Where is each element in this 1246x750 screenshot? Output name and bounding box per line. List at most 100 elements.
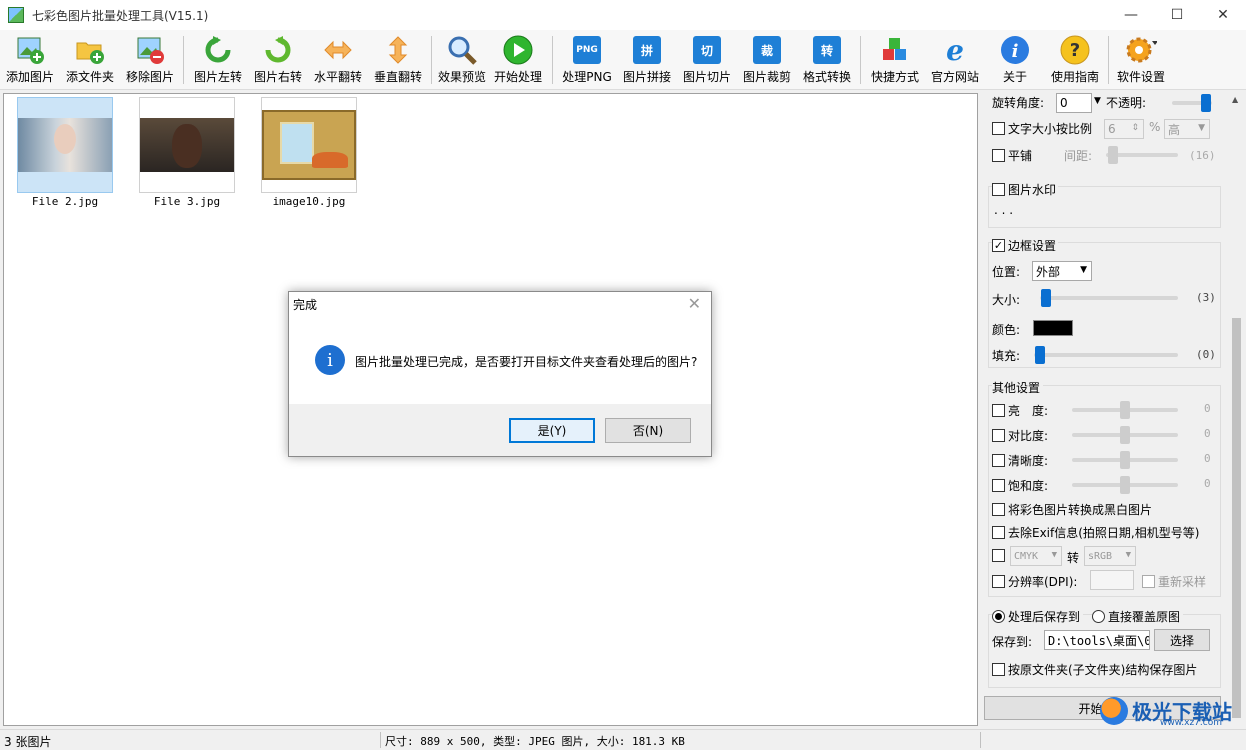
- toolbar: 添加图片 添文件夹 移除图片 图片左转 图片右转 水平翻转 垂直翻转 效果预览 …: [0, 30, 1246, 90]
- percent-label: %: [1149, 120, 1161, 134]
- flip-horizontal-icon: [322, 34, 354, 66]
- border-color-swatch[interactable]: [1033, 320, 1073, 336]
- panel-scrollbar[interactable]: ▲: [1228, 93, 1245, 726]
- stitch-button[interactable]: 拼 图片拼接: [618, 34, 676, 88]
- border-color-label: 颜色:: [992, 323, 1021, 337]
- thumbnail-file2[interactable]: [17, 97, 113, 193]
- crop-button[interactable]: 裁 图片裁剪: [738, 34, 796, 88]
- flip-horizontal-button[interactable]: 水平翻转: [309, 34, 367, 88]
- about-button[interactable]: i 关于: [986, 34, 1044, 88]
- other-settings-label: 其他设置: [992, 381, 1041, 395]
- contrast-value: 0: [1204, 427, 1211, 440]
- minimize-button[interactable]: —: [1108, 0, 1154, 30]
- contrast-checkbox[interactable]: [992, 429, 1005, 442]
- border-size-slider[interactable]: [1041, 289, 1051, 307]
- resample-checkbox[interactable]: [1142, 575, 1155, 588]
- text-scale-input[interactable]: 6 ⇕: [1104, 119, 1144, 139]
- thumbnail-image10[interactable]: [261, 97, 357, 193]
- resample-label: 重新采样: [1158, 575, 1207, 589]
- guide-button[interactable]: ? 使用指南: [1046, 34, 1104, 88]
- dialog-message: 图片批量处理已完成，是否要打开目标文件夹查看处理后的图片?: [355, 355, 698, 369]
- watermark-url: www.xz7.com: [1160, 718, 1222, 728]
- dialog-close-icon[interactable]: ✕: [688, 294, 701, 313]
- choose-folder-button[interactable]: 选择: [1154, 629, 1210, 651]
- sharpness-value: 0: [1204, 452, 1211, 465]
- fill-track: [1034, 353, 1178, 357]
- spacing-slider[interactable]: [1108, 146, 1118, 164]
- contrast-slider[interactable]: [1120, 426, 1130, 444]
- overwrite-radio[interactable]: [1092, 610, 1105, 623]
- image-watermark-checkbox[interactable]: [992, 183, 1005, 196]
- add-folder-button[interactable]: 添文件夹: [61, 34, 119, 88]
- save-to-radio[interactable]: [992, 610, 1005, 623]
- border-size-track: [1040, 296, 1178, 300]
- srgb-select[interactable]: sRGB ▼: [1084, 546, 1136, 566]
- slice-icon: 切: [691, 34, 723, 66]
- no-button[interactable]: 否(N): [605, 418, 691, 443]
- format-convert-button[interactable]: 转 格式转换: [798, 34, 856, 88]
- save-path-input[interactable]: D:\tools\桌面\0f: [1044, 630, 1150, 650]
- rotate-input[interactable]: 0: [1056, 93, 1092, 113]
- brightness-checkbox[interactable]: [992, 404, 1005, 417]
- border-position-select[interactable]: 外部 ▼: [1032, 261, 1092, 281]
- sharpness-checkbox[interactable]: [992, 454, 1005, 467]
- add-image-icon: [14, 34, 46, 66]
- rotate-dropdown-icon[interactable]: ▼: [1094, 96, 1101, 106]
- grayscale-checkbox[interactable]: [992, 503, 1005, 516]
- add-folder-icon: [74, 34, 106, 66]
- saturation-slider[interactable]: [1120, 476, 1130, 494]
- brightness-slider[interactable]: [1120, 401, 1130, 419]
- sharpness-label: 清晰度:: [1008, 454, 1049, 468]
- magnifier-icon: [446, 34, 478, 66]
- flip-vertical-button[interactable]: 垂直翻转: [369, 34, 427, 88]
- border-checkbox[interactable]: ✓: [992, 239, 1005, 252]
- rotate-left-button[interactable]: 图片左转: [189, 34, 247, 88]
- scroll-up-icon[interactable]: ▲: [1232, 95, 1238, 104]
- scrollbar-thumb[interactable]: [1232, 318, 1241, 718]
- image-watermark-label: 图片水印: [1008, 183, 1057, 197]
- colorspace-checkbox[interactable]: [992, 549, 1005, 562]
- maximize-button[interactable]: ☐: [1154, 0, 1200, 30]
- keep-structure-label: 按原文件夹(子文件夹)结构保存图片: [1008, 663, 1198, 677]
- text-scale-checkbox[interactable]: [992, 122, 1005, 135]
- remove-exif-checkbox[interactable]: [992, 526, 1005, 539]
- tile-checkbox[interactable]: [992, 149, 1005, 162]
- close-button[interactable]: ✕: [1200, 0, 1246, 30]
- save-to-label: 保存到:: [992, 635, 1033, 649]
- keep-structure-checkbox[interactable]: [992, 663, 1005, 676]
- dialog-footer: 是(Y) 否(N): [289, 404, 711, 456]
- thumbnail-image: [262, 110, 356, 180]
- position-label: 位置:: [992, 265, 1021, 279]
- preview-button[interactable]: 效果预览: [433, 34, 491, 88]
- brightness-value: 0: [1204, 402, 1211, 415]
- slice-button[interactable]: 切 图片切片: [678, 34, 736, 88]
- convert-icon: 转: [811, 34, 843, 66]
- quality-select[interactable]: 高 ▼: [1164, 119, 1210, 139]
- start-process-button[interactable]: 开始处理: [489, 34, 547, 88]
- website-button[interactable]: e 官方网站: [926, 34, 984, 88]
- add-image-button[interactable]: 添加图片: [1, 34, 59, 88]
- process-png-button[interactable]: PNG 处理PNG: [558, 34, 616, 88]
- status-bar: 3 张图片 尺寸: 889 x 500, 类型: JPEG 图片, 大小: 18…: [0, 729, 1246, 750]
- thumbnail-name: File 2.jpg: [31, 195, 99, 208]
- overwrite-radio-label: 直接覆盖原图: [1108, 610, 1181, 624]
- dpi-checkbox[interactable]: [992, 575, 1005, 588]
- opacity-slider[interactable]: [1201, 94, 1211, 112]
- sharpness-slider[interactable]: [1120, 451, 1130, 469]
- svg-text:?: ?: [1070, 40, 1080, 61]
- remove-image-button[interactable]: 移除图片: [121, 34, 179, 88]
- rotate-right-button[interactable]: 图片右转: [249, 34, 307, 88]
- settings-button[interactable]: 软件设置: [1112, 34, 1170, 88]
- yes-button[interactable]: 是(Y): [509, 418, 595, 443]
- help-icon: ?: [1059, 34, 1091, 66]
- saturation-checkbox[interactable]: [992, 479, 1005, 492]
- to-label: 转: [1067, 551, 1080, 565]
- shortcut-button[interactable]: 快捷方式: [866, 34, 924, 88]
- thumbnail-file3[interactable]: [139, 97, 235, 193]
- thumbnail-image: [18, 118, 112, 172]
- dialog-title: 完成: [293, 298, 318, 312]
- fill-slider[interactable]: [1035, 346, 1045, 364]
- watermark-logo-icon: [1100, 696, 1128, 725]
- cmyk-select[interactable]: CMYK ▼: [1010, 546, 1062, 566]
- dpi-input[interactable]: [1090, 570, 1134, 590]
